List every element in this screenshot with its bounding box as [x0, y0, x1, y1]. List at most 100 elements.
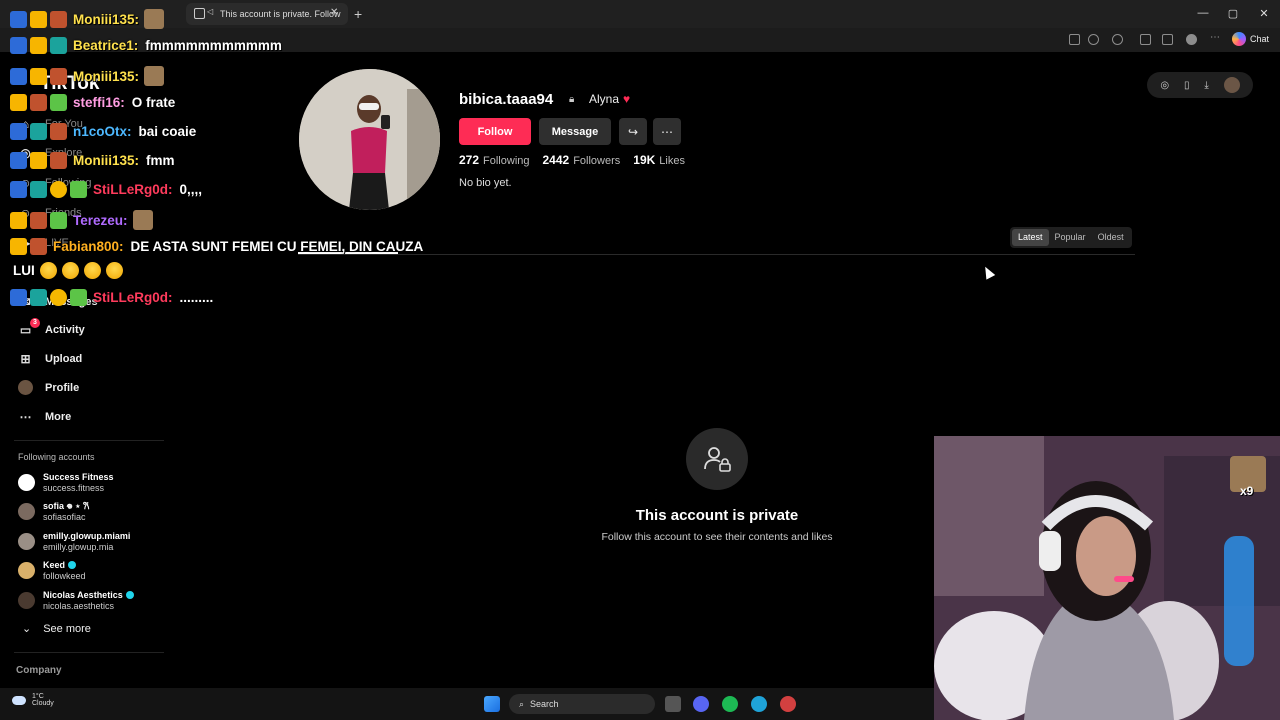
sidebar-item-upload[interactable]: ⊞ Upload: [18, 351, 82, 366]
browser-profile-icon[interactable]: [1186, 34, 1197, 45]
discord-icon[interactable]: [693, 696, 709, 712]
following-account[interactable]: Keed followkeed: [18, 556, 86, 584]
sidebar-item-activity[interactable]: ▭ Activity: [18, 322, 85, 337]
app-icon[interactable]: [780, 696, 796, 712]
lock-icon: 🔒︎: [569, 94, 575, 105]
profile-username: bibica.taaa94: [459, 91, 554, 108]
chat-username: StiLLeRg0d:: [93, 182, 173, 197]
chat-text: O frate: [131, 95, 176, 110]
chat-badge-icon: [70, 181, 87, 198]
chat-message: Moniii135: fmm: [10, 152, 175, 169]
tab-active[interactable]: ◁ This account is private. Follow: [186, 3, 348, 25]
spotify-icon[interactable]: [722, 696, 738, 712]
chat-username: StiLLeRg0d:: [93, 290, 173, 305]
following-account[interactable]: Success Fitness success.fitness: [18, 468, 114, 496]
user-avatar[interactable]: [1223, 77, 1240, 93]
new-tab-icon[interactable]: +: [354, 6, 362, 22]
chat-username: Beatrice1:: [73, 38, 139, 53]
cloud-icon: [12, 695, 26, 705]
chat-badge-icon: [10, 181, 27, 198]
chat-message: LUI: [10, 262, 123, 279]
split-view-icon[interactable]: [1069, 34, 1080, 45]
extensions-icon[interactable]: [1140, 34, 1151, 45]
share-icon: ↪: [627, 124, 639, 139]
chat-badge-icon: [30, 238, 47, 255]
chat-badge-icon: [50, 181, 67, 198]
verified-icon: [68, 561, 77, 570]
chat-username: LUI: [13, 263, 35, 278]
copilot-icon: [1232, 32, 1246, 46]
following-stat[interactable]: 272 Following: [459, 153, 530, 167]
follow-button[interactable]: Follow: [459, 118, 531, 145]
chat-text: fmm: [146, 153, 175, 168]
heart-icon: ♥: [623, 92, 631, 106]
chat-text: 0,,,,: [179, 182, 203, 197]
sort-oldest[interactable]: Oldest: [1092, 229, 1130, 246]
chat-message: StiLLeRg0d:.........: [10, 289, 213, 306]
chat-message: steffi16: O frate: [10, 94, 175, 111]
sort-popular[interactable]: Popular: [1049, 229, 1092, 246]
chat-message: Moniii135:: [10, 66, 165, 86]
chat-badge-icon: [10, 123, 27, 140]
chat-badge-icon: [10, 10, 27, 28]
private-subtitle: Follow this account to see their content…: [601, 531, 833, 543]
maximize-icon[interactable]: ▢: [1226, 7, 1240, 20]
chat-badge-icon: [30, 37, 47, 54]
avatar: [18, 561, 35, 579]
coin-icon[interactable]: ◎: [1160, 80, 1169, 91]
chat-message: Terezeu:: [10, 210, 153, 230]
sort-latest[interactable]: Latest: [1012, 229, 1049, 246]
private-account-icon: [686, 428, 748, 490]
sort-toggle: Latest Popular Oldest: [1010, 227, 1132, 248]
tiktok-favicon-icon: [194, 8, 205, 19]
chat-message: Beatrice1: fmmmmmmmmmmm: [10, 37, 282, 54]
copilot-chat-button[interactable]: Chat: [1232, 32, 1269, 46]
avatar: [18, 591, 35, 609]
weather-widget[interactable]: 1°C Cloudy: [12, 693, 54, 707]
collections-icon[interactable]: [1162, 34, 1173, 45]
chat-username: Fabian800:: [53, 239, 124, 254]
sidebar-item-more[interactable]: ⋯ More: [18, 409, 72, 424]
avatar-icon: [18, 380, 33, 395]
download-icon[interactable]: ⤓: [1204, 80, 1208, 91]
close-window-icon[interactable]: ✕: [1257, 7, 1271, 20]
minimize-icon[interactable]: —: [1196, 7, 1210, 19]
profile-stats: 272 Following 2442 Followers 19K Likes: [459, 153, 685, 167]
likes-stat: 19K Likes: [633, 153, 685, 167]
chat-username: Moniii135:: [73, 153, 140, 168]
share-button[interactable]: ↪: [619, 118, 647, 145]
message-button[interactable]: Message: [539, 118, 611, 145]
edge-icon[interactable]: [751, 696, 767, 712]
following-account[interactable]: Nicolas Aesthetics nicolas.aesthetics: [18, 586, 134, 614]
chat-badge-icon: [30, 10, 47, 28]
gift-counter: x9: [1240, 484, 1254, 498]
chat-username: steffi16:: [73, 95, 125, 110]
chat-badge-icon: [30, 123, 47, 140]
chat-badge-icon: [50, 289, 67, 306]
taskbar-search[interactable]: ⌕ Search: [509, 694, 655, 714]
see-more-button[interactable]: ⌄ See more: [22, 622, 91, 636]
chat-emote-icon: [144, 9, 165, 29]
search-icon: ⌕: [519, 698, 525, 709]
file-explorer-icon[interactable]: [665, 696, 681, 712]
chat-emote-icon: [132, 210, 153, 230]
browser-menu-icon[interactable]: ⋯: [1210, 32, 1221, 43]
followers-stat[interactable]: 2442 Followers: [543, 153, 621, 167]
windows-start-icon[interactable]: [484, 696, 500, 712]
company-link[interactable]: Company: [16, 665, 62, 676]
chat-badge-icon: [50, 37, 67, 54]
profile-avatar[interactable]: [299, 69, 440, 210]
favorite-star-icon[interactable]: [1088, 34, 1099, 45]
laughing-emoji-icon: [105, 262, 123, 279]
chat-badge-icon: [50, 94, 67, 111]
refresh-icon[interactable]: [1112, 34, 1123, 45]
following-account[interactable]: sofia 𖦹 ⋆ 𐙚 sofiasofiac: [18, 497, 89, 525]
following-accounts-header: Following accounts: [18, 452, 95, 462]
chat-message: Moniii135:: [10, 9, 165, 29]
more-options-button[interactable]: ⋯: [653, 118, 681, 145]
following-account[interactable]: emilly.glowup.miami emilly.glowup.mia: [18, 527, 130, 555]
sidebar-item-profile[interactable]: Profile: [18, 380, 79, 395]
chat-badge-icon: [10, 211, 27, 229]
device-icon[interactable]: ▯: [1184, 80, 1190, 91]
close-tab-icon[interactable]: ✕: [330, 7, 338, 18]
